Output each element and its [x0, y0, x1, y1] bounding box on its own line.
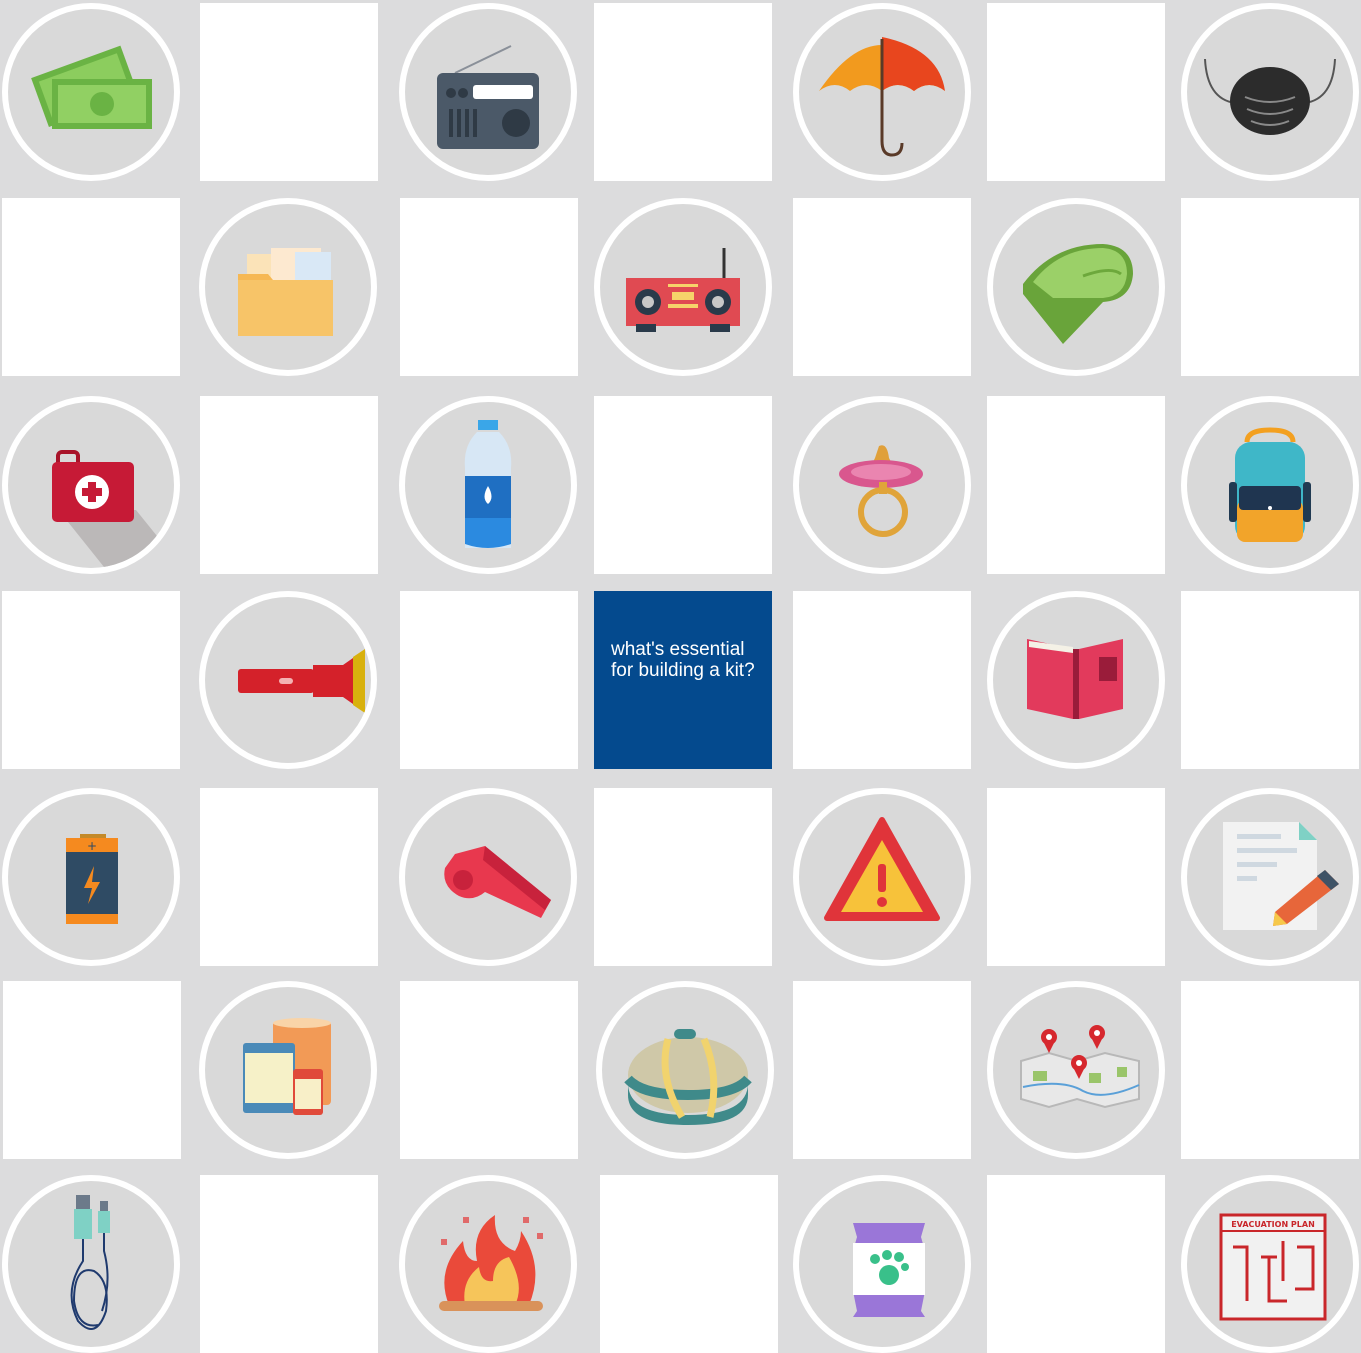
duffel-bag-icon [624, 1029, 752, 1125]
blank-tile [200, 396, 378, 574]
blank-tile [793, 198, 971, 376]
backpack-icon [1229, 427, 1311, 542]
pet-food-tile[interactable] [793, 1175, 971, 1353]
blank-tile [594, 788, 772, 966]
face-mask-icon [1204, 58, 1336, 135]
charging-cable-tile[interactable] [2, 1175, 180, 1353]
documents-folder-icon [238, 248, 333, 336]
book-icon [1027, 639, 1123, 719]
pet-food-icon [853, 1223, 925, 1317]
evacuation-plan-icon: EVACUATION PLAN [1219, 1213, 1327, 1321]
canned-food-tile[interactable] [199, 981, 377, 1159]
canned-food-icon [243, 1018, 331, 1115]
blank-tile [200, 3, 378, 181]
evacuation-plan-label: EVACUATION PLAN [1231, 1220, 1315, 1229]
blank-tile [793, 981, 971, 1159]
first-aid-kit-icon [52, 450, 174, 568]
flashlight-icon [238, 649, 365, 713]
book-tile[interactable] [987, 591, 1165, 769]
whistle-tile[interactable] [399, 788, 577, 966]
boombox-tile[interactable] [594, 198, 772, 376]
radio-tile[interactable] [399, 3, 577, 181]
blank-tile [2, 591, 180, 769]
whistle-icon [444, 846, 551, 918]
blank-tile [987, 788, 1165, 966]
water-bottle-tile[interactable] [399, 396, 577, 574]
blank-tile [793, 591, 971, 769]
cash-tile[interactable] [2, 3, 180, 181]
notepad-tile[interactable] [1181, 788, 1359, 966]
cash-icon [31, 45, 152, 129]
boombox-icon [626, 248, 740, 332]
umbrella-tile[interactable] [793, 3, 971, 181]
blanket-tile[interactable] [987, 198, 1165, 376]
blank-tile [200, 1175, 378, 1353]
blank-tile [987, 1175, 1165, 1353]
radio-icon [437, 45, 539, 149]
pacifier-tile[interactable] [793, 396, 971, 574]
blanket-icon [1023, 244, 1133, 344]
notepad-pencil-icon [1223, 822, 1339, 930]
battery-tile[interactable]: + [2, 788, 180, 966]
map-icon [1020, 1025, 1140, 1109]
blank-tile [1181, 981, 1359, 1159]
flashlight-tile[interactable] [199, 591, 377, 769]
blank-tile [1181, 198, 1359, 376]
prompt-text: what's essential for building a kit? [611, 639, 755, 681]
fire-tile[interactable] [399, 1175, 577, 1353]
warning-sign-icon [824, 817, 940, 921]
warning-tile[interactable] [793, 788, 971, 966]
blank-tile [987, 396, 1165, 574]
blank-tile [400, 198, 578, 376]
blank-tile [987, 3, 1165, 181]
blank-tile [594, 3, 772, 181]
face-mask-tile[interactable] [1181, 3, 1359, 181]
evacuation-plan-tile[interactable]: EVACUATION PLAN [1181, 1175, 1359, 1353]
charging-cable-icon [70, 1195, 110, 1330]
umbrella-icon [819, 37, 945, 157]
blank-tile [594, 396, 772, 574]
map-tile[interactable] [987, 981, 1165, 1159]
blank-tile [1181, 591, 1359, 769]
blank-tile [600, 1175, 778, 1353]
svg-text:+: + [87, 839, 97, 853]
blank-tile [200, 788, 378, 966]
pacifier-icon [839, 445, 923, 537]
battery-icon: + [66, 834, 118, 924]
water-bottle-icon [464, 420, 512, 548]
fire-icon [439, 1215, 543, 1311]
documents-tile[interactable] [199, 198, 377, 376]
center-prompt-tile: what's essential for building a kit? [594, 591, 772, 769]
duffel-bag-tile[interactable] [596, 981, 774, 1159]
first-aid-tile[interactable] [2, 396, 180, 574]
blank-tile [400, 981, 578, 1159]
blank-tile [2, 198, 180, 376]
blank-tile [400, 591, 578, 769]
blank-tile [3, 981, 181, 1159]
backpack-tile[interactable] [1181, 396, 1359, 574]
